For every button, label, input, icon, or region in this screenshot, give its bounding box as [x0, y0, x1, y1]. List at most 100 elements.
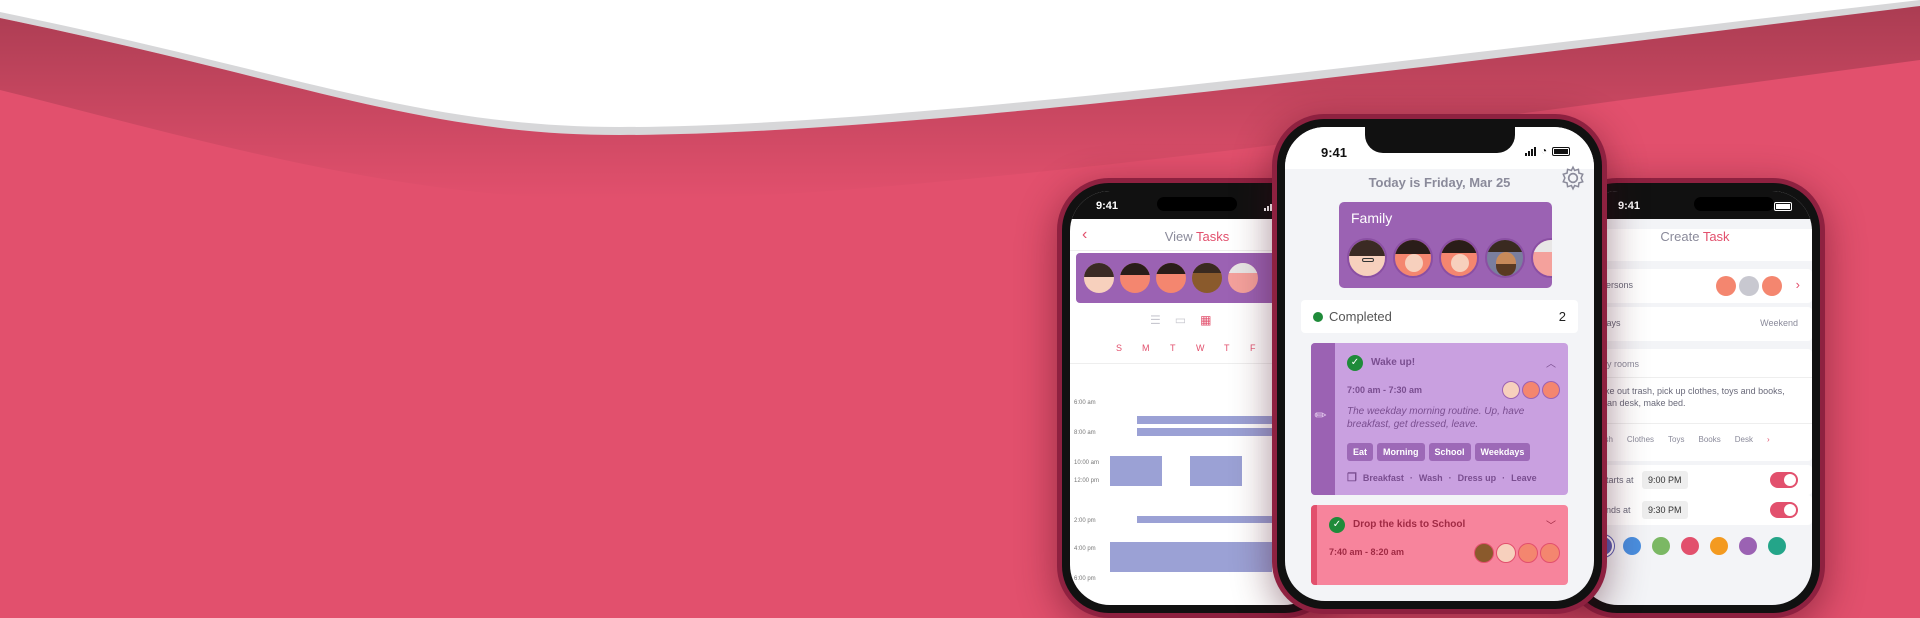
card-view-icon[interactable]: ▭ [1175, 313, 1186, 327]
avatar [1739, 276, 1759, 296]
task-form: idy rooms ake out trash, pick up clothes… [1586, 349, 1812, 461]
battery-icon [1552, 147, 1570, 156]
color-swatch[interactable] [1739, 537, 1757, 555]
calendar-event[interactable] [1137, 516, 1272, 523]
tag-list: Eat Morning School Weekdays [1347, 442, 1534, 461]
tag-chips: ash Clothes Toys Books Desk › [1600, 435, 1770, 444]
status-time: 9:41 [1321, 145, 1348, 160]
avatar [1518, 543, 1538, 563]
chevron-right-icon[interactable]: › [1767, 435, 1770, 444]
battery-icon [1774, 201, 1792, 211]
step-label: Dress up [1457, 472, 1497, 483]
weekday-label: W [1196, 343, 1205, 353]
task-time: 7:40 am - 8:20 am [1329, 547, 1405, 557]
calendar-event[interactable] [1137, 416, 1272, 424]
tag[interactable]: School [1428, 443, 1471, 461]
tag[interactable]: Eat [1347, 443, 1374, 461]
step-label: Breakfast [1362, 472, 1404, 483]
tag-chip[interactable]: Books [1698, 435, 1720, 444]
title-accent: Task [1702, 229, 1730, 244]
phone-today: 9:41 ◔ Today is Friday, Mar 25 Family Co… [1272, 114, 1607, 614]
completed-bar[interactable]: Completed 2 [1301, 300, 1578, 333]
calendar-event[interactable] [1110, 456, 1162, 486]
days-row[interactable]: Days Weekend [1586, 307, 1812, 341]
color-palette [1594, 537, 1786, 555]
family-card[interactable]: Family [1339, 202, 1552, 288]
task-title: Drop the kids to School [1353, 519, 1466, 530]
avatar [1474, 543, 1494, 563]
avatar[interactable] [1192, 263, 1222, 293]
ends-toggle[interactable] [1770, 502, 1798, 518]
title-accent: Tasks [1196, 229, 1230, 244]
time-label: 6:00 pm [1074, 576, 1096, 582]
tag-chip[interactable]: Toys [1668, 435, 1684, 444]
starts-toggle[interactable] [1770, 472, 1798, 488]
avatar[interactable] [1485, 238, 1525, 278]
ends-time-value[interactable]: 9:30 PM [1642, 501, 1688, 519]
weekday-label: M [1142, 343, 1150, 353]
gear-icon[interactable] [1560, 165, 1586, 191]
chevron-down-icon[interactable]: ﹀ [1546, 517, 1556, 532]
signal-icon [1524, 147, 1536, 156]
calendar-event[interactable] [1137, 428, 1272, 436]
time-label: 8:00 am [1074, 430, 1096, 436]
wifi-icon: ◔ [1540, 146, 1547, 157]
check-icon: ✓ [1347, 355, 1363, 371]
avatar [1762, 276, 1782, 296]
task-time: 7:00 am - 7:30 am [1347, 385, 1423, 395]
chevron-right-icon: › [1795, 277, 1800, 292]
assignee-avatars [1502, 381, 1560, 399]
time-label: 2:00 pm [1074, 518, 1096, 524]
status-time: 9:41 [1096, 200, 1119, 212]
completed-label: Completed [1329, 309, 1392, 324]
calendar-event[interactable] [1190, 456, 1242, 486]
avatar [1542, 381, 1560, 399]
tag[interactable]: Morning [1377, 443, 1425, 461]
avatar[interactable] [1347, 238, 1387, 278]
color-swatch[interactable] [1710, 537, 1728, 555]
task-description: The weekday morning routine. Up, have br… [1347, 406, 1525, 430]
avatar[interactable] [1084, 263, 1114, 293]
time-label: 12:00 pm [1074, 478, 1100, 484]
avatar[interactable] [1393, 238, 1433, 278]
tag-chip[interactable]: Desk [1735, 435, 1753, 444]
tag[interactable]: Weekdays [1474, 443, 1531, 461]
status-icons: ◔ [1524, 146, 1570, 157]
step-label: Leave [1511, 472, 1537, 483]
avatar [1496, 543, 1516, 563]
avatar[interactable] [1120, 263, 1150, 293]
task-card-wake-up[interactable]: ✎ ✓ Wake up! ︿ 7:00 am - 7:30 am The wee… [1311, 343, 1568, 495]
task-title: Wake up! [1371, 357, 1416, 368]
avatar[interactable] [1228, 263, 1258, 293]
family-strip[interactable] [1076, 253, 1286, 303]
status-time: 9:41 [1618, 200, 1641, 212]
completed-count: 2 [1558, 309, 1566, 324]
week-calendar: S M T W T F 6:00 am 8:00 am 10:00 am 12:… [1070, 343, 1290, 603]
tag-chip[interactable]: Clothes [1627, 435, 1654, 444]
avatar[interactable] [1156, 263, 1186, 293]
time-label: 6:00 am [1074, 400, 1096, 406]
list-view-icon[interactable]: ☰ [1150, 313, 1161, 327]
family-title: Family [1351, 210, 1393, 226]
page-title: Today is Friday, Mar 25 [1368, 175, 1511, 190]
avatar[interactable] [1531, 238, 1552, 278]
persons-row[interactable]: Persons › [1586, 269, 1812, 303]
time-label: 10:00 am [1074, 460, 1100, 466]
color-swatch[interactable] [1623, 537, 1641, 555]
weekday-label: F [1250, 343, 1256, 353]
color-swatch[interactable] [1681, 537, 1699, 555]
calendar-event[interactable] [1110, 542, 1272, 572]
chevron-up-icon[interactable]: ︿ [1546, 355, 1556, 370]
starts-time-value[interactable]: 9:00 PM [1642, 471, 1688, 489]
step-list: ❐ Breakfast · Wash · Dress up · Leave [1347, 472, 1537, 484]
avatar[interactable] [1439, 238, 1479, 278]
task-card-drop-kids[interactable]: ✓ Drop the kids to School ﹀ 7:40 am - 8:… [1311, 505, 1568, 585]
weekday-label: T [1170, 343, 1176, 353]
task-description-field[interactable]: ake out trash, pick up clothes, toys and… [1600, 385, 1798, 409]
ends-row: ◷ Ends at 9:30 PM [1586, 495, 1812, 525]
grid-view-icon[interactable]: ▦ [1200, 313, 1211, 327]
assignee-avatars [1474, 543, 1560, 563]
color-swatch[interactable] [1652, 537, 1670, 555]
color-swatch[interactable] [1768, 537, 1786, 555]
view-switcher: ☰ ▭ ▦ [1150, 313, 1211, 327]
